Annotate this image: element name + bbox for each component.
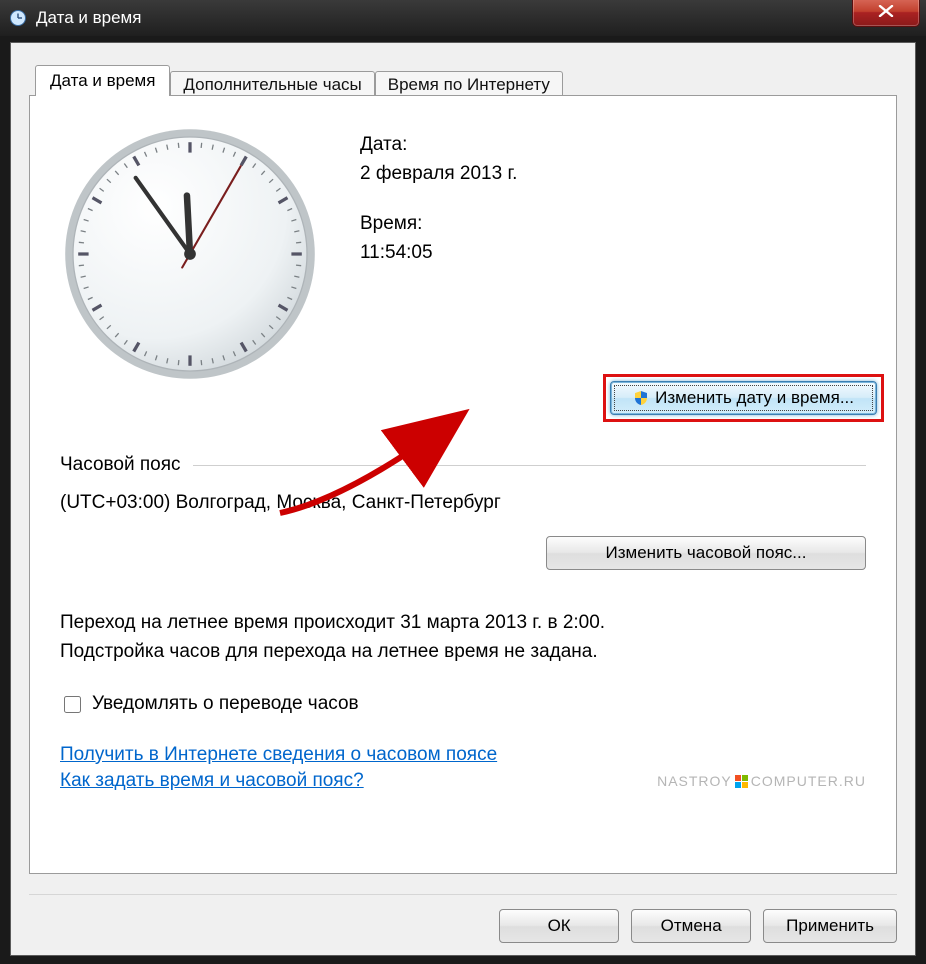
change-date-time-label: Изменить дату и время... — [655, 388, 854, 408]
clock-icon — [8, 8, 28, 28]
watermark: NASTROY COMPUTER.RU — [657, 773, 866, 789]
close-icon — [878, 2, 894, 22]
link-howto-set-time[interactable]: Как задать время и часовой пояс? — [60, 770, 364, 792]
dst-line-1: Переход на летнее время происходит 31 ма… — [60, 608, 866, 637]
time-value: 11:54:05 — [360, 238, 866, 267]
divider-line — [193, 465, 867, 466]
tab-strip: Дата и время Дополнительные часы Время п… — [35, 61, 897, 95]
client-area: Дата и время Дополнительные часы Время п… — [10, 42, 916, 956]
tab-internet-time[interactable]: Время по Интернету — [375, 71, 563, 98]
uac-shield-icon — [633, 390, 649, 406]
title-bar[interactable]: Дата и время — [0, 0, 926, 36]
timezone-heading: Часовой пояс — [60, 454, 181, 476]
date-label: Дата: — [360, 130, 866, 159]
windows-logo-icon — [735, 775, 748, 788]
window-title: Дата и время — [36, 8, 141, 28]
dst-info: Переход на летнее время происходит 31 ма… — [60, 608, 866, 667]
dst-line-2: Подстройка часов для перехода на летнее … — [60, 637, 866, 666]
timezone-value: (UTC+03:00) Волгоград, Москва, Санкт-Пет… — [60, 492, 866, 514]
change-timezone-button[interactable]: Изменить часовой пояс... — [546, 536, 866, 570]
date-value: 2 февраля 2013 г. — [360, 159, 866, 188]
annotation-highlight: Изменить дату и время... — [603, 374, 884, 422]
time-label: Время: — [360, 209, 866, 238]
ok-button[interactable]: ОК — [499, 909, 619, 943]
tab-panel: Дата: 2 февраля 2013 г. Время: 11:54:05 … — [29, 95, 897, 874]
link-timezone-info[interactable]: Получить в Интернете сведения о часовом … — [60, 744, 497, 766]
notify-checkbox-row[interactable]: Уведомлять о переводе часов — [60, 693, 866, 716]
notify-checkbox[interactable] — [64, 696, 81, 713]
window-frame: Дата и время Дата и время Дополнительные… — [0, 0, 926, 964]
notify-checkbox-label: Уведомлять о переводе часов — [92, 693, 359, 715]
cancel-button[interactable]: Отмена — [631, 909, 751, 943]
tab-additional-clocks[interactable]: Дополнительные часы — [170, 71, 374, 98]
apply-button[interactable]: Применить — [763, 909, 897, 943]
close-button[interactable] — [852, 0, 920, 27]
button-bar: ОК Отмена Применить — [29, 909, 897, 943]
separator — [29, 894, 897, 895]
analog-clock — [60, 124, 320, 384]
change-date-time-button[interactable]: Изменить дату и время... — [610, 381, 877, 415]
tab-date-time[interactable]: Дата и время — [35, 65, 170, 96]
